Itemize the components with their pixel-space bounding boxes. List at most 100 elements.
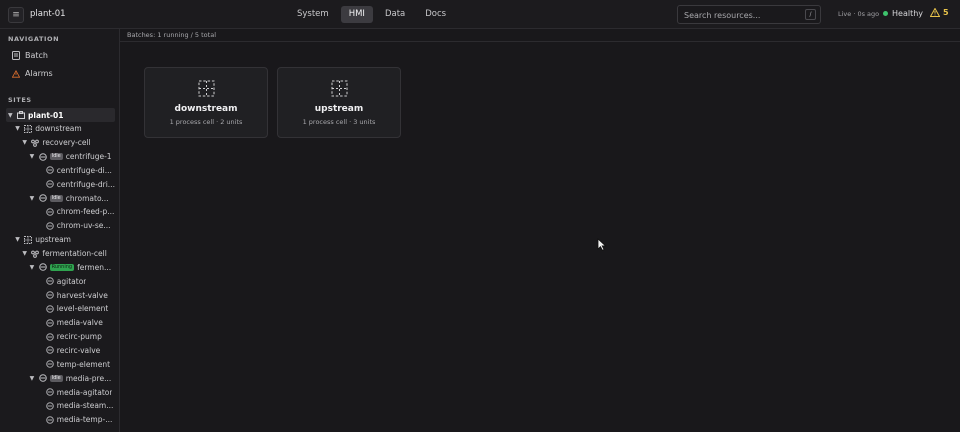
tree-item-label: chrom-uv-se... [56,221,111,231]
tree-item[interactable]: agitator [0,274,117,288]
batch-summary: Batches: 1 running / 5 total [120,29,960,42]
tree-item-label: agitator [56,276,87,286]
tree-item-label: centrifuge-dri... [56,179,115,189]
module-icon [45,346,54,355]
tab-system[interactable]: System [289,6,337,23]
tree-item[interactable]: centrifuge-di... [0,163,117,177]
area-icon [198,80,215,97]
warning-icon [12,69,20,78]
tree-item[interactable]: chrom-uv-se... [0,219,117,233]
live-status: Live · 0s ago [838,10,880,18]
tree-item[interactable]: media-agitator [0,385,117,399]
tab-hmi[interactable]: HMI [340,6,373,23]
expand-caret-icon[interactable]: ▼ [30,375,36,382]
tree-item-label: fermen... [77,262,112,272]
tree-item-label: recirc-valve [56,345,101,355]
tree-item[interactable]: media-steam... [0,399,117,413]
tree-item-label: media-temp-... [56,415,113,425]
status-badge: Idle [49,153,63,161]
card-subtitle: 1 process cell · 3 units [302,118,376,126]
tree-item[interactable]: ▼ Idle chromato... [0,191,117,205]
module-icon [45,277,54,285]
expand-caret-icon[interactable]: ▼ [15,125,21,132]
area-icon [24,235,33,244]
module-icon [45,318,54,327]
expand-caret-icon[interactable]: ▼ [30,264,36,271]
tree-item[interactable]: centrifuge-dri... [0,177,117,191]
tree-item-label: upstream [35,235,71,245]
module-icon [45,332,54,341]
expand-caret-icon[interactable]: ▼ [30,195,36,202]
tab-data[interactable]: Data [377,6,413,23]
app-title: plant-01 [30,9,66,19]
shortcut-key: / [805,9,816,20]
module-icon [45,180,54,189]
expand-caret-icon[interactable]: ▼ [15,236,21,243]
tree-item-label: media-pre... [65,373,112,383]
unit-icon [38,152,47,161]
hamburger-icon[interactable]: ≡ [8,7,24,23]
tree-item[interactable]: ▼ upstream [0,233,117,247]
expand-caret-icon[interactable]: ▼ [30,153,36,160]
tree-item[interactable]: ▼ Idle media-pre... [0,371,117,385]
tree-item-label: media-valve [56,318,103,328]
status-badge: Running [49,263,75,271]
tree-item-label: downstream [35,124,82,134]
module-icon [45,402,54,410]
expand-caret-icon[interactable]: ▼ [22,250,28,257]
tree-item-label: harvest-valve [56,290,108,300]
unit-icon [38,263,47,272]
tree-item[interactable]: media-valve [0,316,117,330]
card-title: upstream [314,104,364,114]
tree-item[interactable]: ▼ plant-01 [6,108,115,122]
sidebar: NAVIGATION Batch Alarms SITES ▼ plant-01 ▼… [0,29,120,432]
module-icon [45,166,54,175]
tree-item[interactable]: harvest-valve [0,288,117,302]
sidebar-item-alarms[interactable]: Alarms [12,69,53,78]
status-badge: Idle [49,194,63,202]
tree-item-label: centrifuge-1 [65,152,112,162]
tab-docs[interactable]: Docs [417,6,454,23]
sidebar-item-label: Alarms [25,69,53,78]
tree-item[interactable]: chrom-feed-p... [0,205,117,219]
tree-item[interactable]: ▼ recovery-cell [0,136,117,150]
top-bar: ≡ plant-01 System HMI Data Docs / Live ·… [0,0,960,29]
search-box: / [677,5,821,24]
unit-icon [38,194,47,202]
area-icon [331,80,348,97]
tree-item[interactable]: media-temp-... [0,413,117,427]
tree-item[interactable]: ▼ fermentation-cell [0,247,117,261]
nav-tabs: System HMI Data Docs [289,6,454,23]
warning-icon [930,8,940,17]
tree-item[interactable]: level-element [0,302,117,316]
status-badge: Idle [49,374,63,382]
cell-icon [31,139,40,147]
tree-item[interactable]: ▼ downstream [0,122,117,136]
tree-item-label: chrom-feed-p... [56,207,115,217]
expand-caret-icon[interactable]: ▼ [22,139,28,146]
expand-caret-icon[interactable]: ▼ [8,112,14,119]
module-icon [45,291,54,299]
module-icon [45,305,54,313]
area-card-upstream[interactable]: upstream 1 process cell · 3 units [277,67,401,138]
tree-item-label: media-agitator [56,387,113,397]
alerts-indicator[interactable]: 5 [930,8,949,17]
tree-item[interactable]: ▼ Idle centrifuge-1 [0,150,117,164]
tree-item[interactable]: recirc-valve [0,343,117,357]
area-card-downstream[interactable]: downstream 1 process cell · 2 units [144,67,268,138]
tree-item-label: temp-element [56,359,111,369]
alert-count: 5 [943,8,949,17]
tree-item-label: level-element [56,304,109,314]
search-input[interactable] [684,9,804,21]
health-dot-icon [883,11,888,16]
module-icon [45,360,54,369]
sidebar-item-label: Batch [25,51,48,60]
tree-item[interactable]: recirc-pump [0,330,117,344]
tree-item[interactable]: temp-element [0,357,117,371]
tree-item-label: media-steam... [56,401,114,411]
health-status[interactable]: Healthy [883,9,923,18]
sidebar-item-batch[interactable]: Batch [12,51,48,60]
tree-item[interactable]: ▼ Running fermen... [0,260,117,274]
tree-item-label: fermentation-cell [42,249,107,258]
card-title: downstream [174,104,238,114]
